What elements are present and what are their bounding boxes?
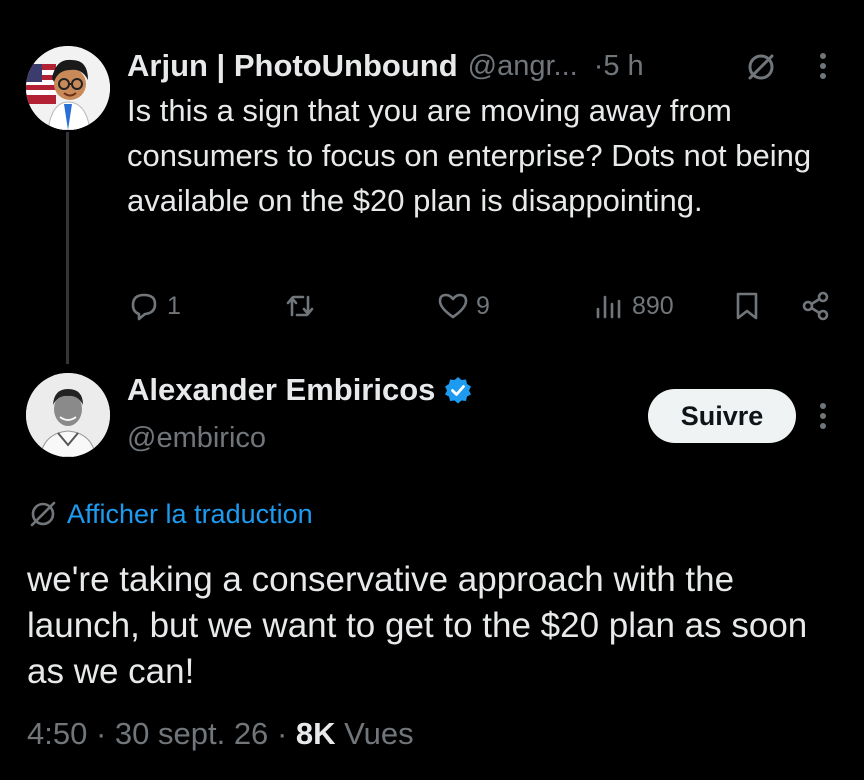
reply-action-bar: 1 9 890 — [127, 284, 837, 328]
main-tweet-text: we're taking a conservative approach wit… — [27, 560, 808, 691]
retweet-button[interactable] — [283, 284, 323, 328]
share-icon — [802, 291, 829, 321]
tweet-time[interactable]: 4:50 — [27, 716, 87, 751]
show-translation-link[interactable]: Afficher la traduction — [27, 498, 313, 530]
main-author-name-row: Alexander Embiricos — [127, 372, 473, 408]
main-author-avatar[interactable] — [26, 373, 110, 457]
follow-button[interactable]: Suivre — [648, 389, 796, 443]
reply-count: 1 — [167, 291, 181, 320]
bookmark-icon — [736, 292, 758, 320]
reply-author-avatar[interactable] — [26, 46, 110, 130]
grok-slash-icon[interactable] — [744, 50, 778, 84]
more-icon[interactable] — [813, 398, 833, 434]
reply-header: Arjun | PhotoUnbound @angr... ·5 h — [127, 44, 644, 88]
bookmark-button[interactable] — [730, 284, 764, 328]
show-translation-label: Afficher la traduction — [67, 498, 313, 529]
translate-icon — [30, 501, 56, 527]
tweet-date[interactable]: 30 sept. 26 — [115, 716, 268, 751]
reply-timestamp[interactable]: ·5 h — [594, 50, 644, 83]
main-author-name[interactable]: Alexander Embiricos — [127, 372, 435, 408]
reply-author-name[interactable]: Arjun | PhotoUnbound — [127, 48, 458, 84]
share-button[interactable] — [799, 284, 833, 328]
reply-icon — [131, 293, 157, 321]
views-total-count[interactable]: 8K — [296, 716, 336, 751]
verified-badge-icon[interactable] — [443, 375, 473, 405]
like-count: 9 — [476, 291, 490, 320]
main-author-handle[interactable]: @embirico — [127, 422, 266, 455]
views-label: Vues — [344, 716, 414, 751]
reply-button[interactable]: 1 — [127, 284, 181, 328]
meta-separator: · — [276, 716, 296, 751]
like-icon — [438, 293, 468, 319]
views-count: 890 — [632, 291, 674, 320]
views-button[interactable]: 890 — [592, 284, 674, 328]
retweet-icon — [286, 295, 314, 317]
meta-separator: · — [95, 716, 115, 751]
like-button[interactable]: 9 — [436, 284, 490, 328]
views-icon — [596, 295, 621, 319]
reply-text: Is this a sign that you are moving away … — [127, 93, 812, 218]
tweet-metadata: 4:50 · 30 sept. 26 · 8K Vues — [27, 716, 414, 752]
more-icon[interactable] — [813, 48, 833, 84]
thread-connector-line — [66, 132, 69, 364]
reply-author-handle[interactable]: @angr... — [468, 50, 578, 83]
